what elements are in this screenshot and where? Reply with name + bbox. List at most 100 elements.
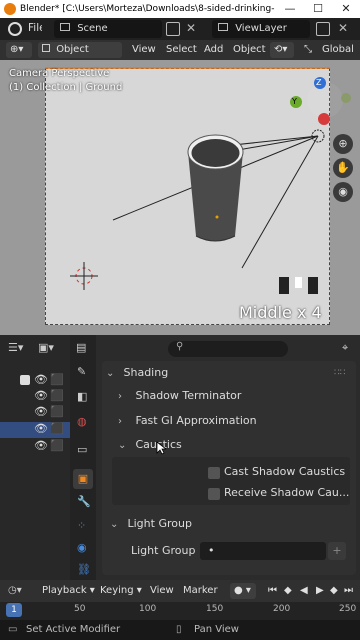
scene-name: Scene [77, 23, 108, 34]
search-icon: ⚲ [176, 341, 184, 352]
light-group-field[interactable]: • [200, 542, 326, 560]
close-button[interactable]: ✕ [332, 0, 360, 18]
nav-gizmo-background [307, 82, 343, 118]
display-mode-icon[interactable]: ▣▾ [38, 341, 54, 354]
keying-menu[interactable]: Keying ▾ [100, 583, 142, 599]
gizmo-z-label[interactable]: Z [316, 78, 321, 87]
tool-tab-icon[interactable]: ✎ [77, 365, 86, 378]
outliner-row-selected[interactable]: 👁 ⬛ [0, 422, 70, 438]
mouse-left-key [279, 277, 289, 294]
mode-selector[interactable]: Object Mode ▾ [38, 42, 122, 71]
playback-label: Playback [42, 585, 87, 596]
orientation-icon[interactable]: ⤡ [304, 42, 312, 58]
constraints-tab-icon[interactable]: ⛓ [77, 563, 91, 576]
fast-gi-subpanel[interactable]: › Fast GI Approximation [118, 410, 360, 432]
outliner-row[interactable]: 👁 ⬛ [0, 373, 70, 389]
file-menu[interactable]: File [28, 22, 42, 34]
zoom-icon[interactable]: ⊕ [333, 134, 353, 154]
camera-render-icon[interactable]: ⬛ [50, 405, 64, 418]
view-menu-timeline[interactable]: View [150, 583, 174, 599]
new-scene-icon[interactable] [166, 22, 180, 36]
shadow-terminator-subpanel[interactable]: › Shadow Terminator [118, 385, 360, 407]
frame-tick-label: 200 [273, 604, 291, 614]
orientation-selector[interactable]: Global [322, 42, 354, 58]
gizmo-y-label[interactable]: Y [292, 97, 297, 106]
caustics-subpanel[interactable]: ⌄ Caustics [118, 434, 360, 456]
current-frame-indicator[interactable]: 1 [6, 603, 22, 617]
fast-gi-label: Fast GI Approximation [135, 414, 257, 427]
timeline-ruler[interactable]: 1 50 100 150 200 250 [0, 602, 360, 620]
checkbox-icon[interactable] [20, 375, 30, 385]
frame-tick-label: 250 [339, 604, 357, 614]
outliner-row[interactable]: 👁 ⬛ [0, 389, 70, 405]
receive-shadow-caustics-checkbox[interactable] [208, 488, 220, 500]
object-mode-icon [42, 44, 50, 52]
viewlayer-name: ViewLayer [235, 23, 287, 34]
pin-icon[interactable]: ⌖ [342, 341, 348, 355]
select-menu[interactable]: Select [166, 42, 197, 58]
mouse-middle-icon: ▯ [176, 624, 182, 635]
properties-search-field[interactable]: ⚲ [168, 341, 288, 357]
object-menu[interactable]: Object [233, 42, 266, 58]
3d-viewport[interactable]: Z Y Camera Perspective (1) Collection | … [0, 60, 360, 335]
mouse-left-icon: ▭ [8, 624, 18, 635]
record-keyframe-button[interactable]: ● ▾ [230, 583, 256, 599]
marker-menu[interactable]: Marker [183, 583, 218, 599]
outliner-row[interactable]: 👁 ⬛ [0, 405, 70, 421]
jump-end-icon[interactable]: ⏭ [344, 583, 353, 599]
eye-icon[interactable]: 👁 [34, 439, 48, 452]
camera-render-icon[interactable]: ⬛ [50, 422, 64, 435]
add-light-group-button[interactable]: + [328, 542, 346, 560]
new-viewlayer-icon[interactable] [316, 22, 330, 36]
play-reverse-icon[interactable]: ◀ [300, 583, 308, 599]
minimize-button[interactable]: — [276, 0, 304, 18]
viewlayer-selector[interactable]: ViewLayer [212, 20, 310, 38]
prev-keyframe-icon[interactable]: ◆ [284, 583, 292, 599]
properties-editor-type-icon[interactable]: ▤ [76, 341, 86, 354]
collection-tab-icon[interactable]: ▭ [77, 443, 87, 456]
jump-start-icon[interactable]: ⏮ [268, 583, 277, 599]
chevron-down-icon: ⌄ [110, 519, 119, 530]
pan-hand-icon[interactable]: ✋ [333, 158, 353, 178]
render-tab-icon[interactable]: ◧ [77, 390, 87, 403]
particles-tab-icon[interactable]: ⁘ [77, 519, 86, 532]
world-tab-icon[interactable]: ◍ [77, 415, 87, 428]
editor-type-icon[interactable]: ⊕▾ [6, 42, 32, 58]
camera-render-icon[interactable]: ⬛ [50, 389, 64, 402]
maximize-button[interactable]: ☐ [304, 0, 332, 18]
camera-view-icon[interactable]: ◉ [333, 182, 353, 202]
outliner-editor-type-icon[interactable]: ☰▾ [8, 341, 23, 354]
transform-pivot-icon[interactable]: ⟲▾ [270, 42, 294, 58]
shading-label: Shading [123, 366, 169, 379]
scene-icon [60, 23, 70, 31]
blender-menu-icon[interactable] [8, 22, 22, 36]
cast-shadow-caustics-checkbox[interactable] [208, 467, 220, 479]
next-keyframe-icon[interactable]: ◆ [330, 583, 338, 599]
eye-icon[interactable]: 👁 [34, 422, 48, 435]
drag-handle-icon[interactable]: ∷∷ [334, 362, 345, 384]
play-icon[interactable]: ▶ [316, 583, 324, 599]
camera-render-icon[interactable]: ⬛ [50, 373, 64, 386]
camera-ray-line [241, 135, 319, 269]
viewlayer-icon [218, 23, 228, 31]
eye-icon[interactable]: 👁 [34, 373, 48, 386]
camera-render-icon[interactable]: ⬛ [50, 439, 64, 452]
eye-icon[interactable]: 👁 [34, 405, 48, 418]
scene-selector[interactable]: Scene [54, 20, 162, 38]
viewport-header: ⊕▾ Object Mode ▾ View Select Add Object … [0, 40, 360, 71]
playback-menu[interactable]: Playback ▾ [42, 583, 95, 599]
outliner-row[interactable]: 👁 ⬛ [0, 439, 70, 455]
delete-scene-icon[interactable]: ✕ [186, 21, 196, 35]
view-menu[interactable]: View [132, 42, 156, 58]
delete-viewlayer-icon[interactable]: ✕ [338, 21, 348, 35]
object-tab-icon[interactable]: ▣ [73, 469, 93, 489]
add-menu[interactable]: Add [204, 42, 223, 58]
light-group-field-label: Light Group [131, 544, 196, 557]
light-group-subpanel[interactable]: ⌄ Light Group [110, 513, 360, 535]
eye-icon[interactable]: 👁 [34, 389, 48, 402]
modifier-tab-icon[interactable]: 🔧 [77, 495, 91, 508]
mouse-middle-key [295, 277, 302, 288]
shading-panel-header[interactable]: ⌄ Shading ∷∷ [106, 362, 356, 384]
timeline-editor-type-icon[interactable]: ◷▾ [8, 583, 22, 599]
physics-tab-icon[interactable]: ◉ [77, 541, 87, 554]
